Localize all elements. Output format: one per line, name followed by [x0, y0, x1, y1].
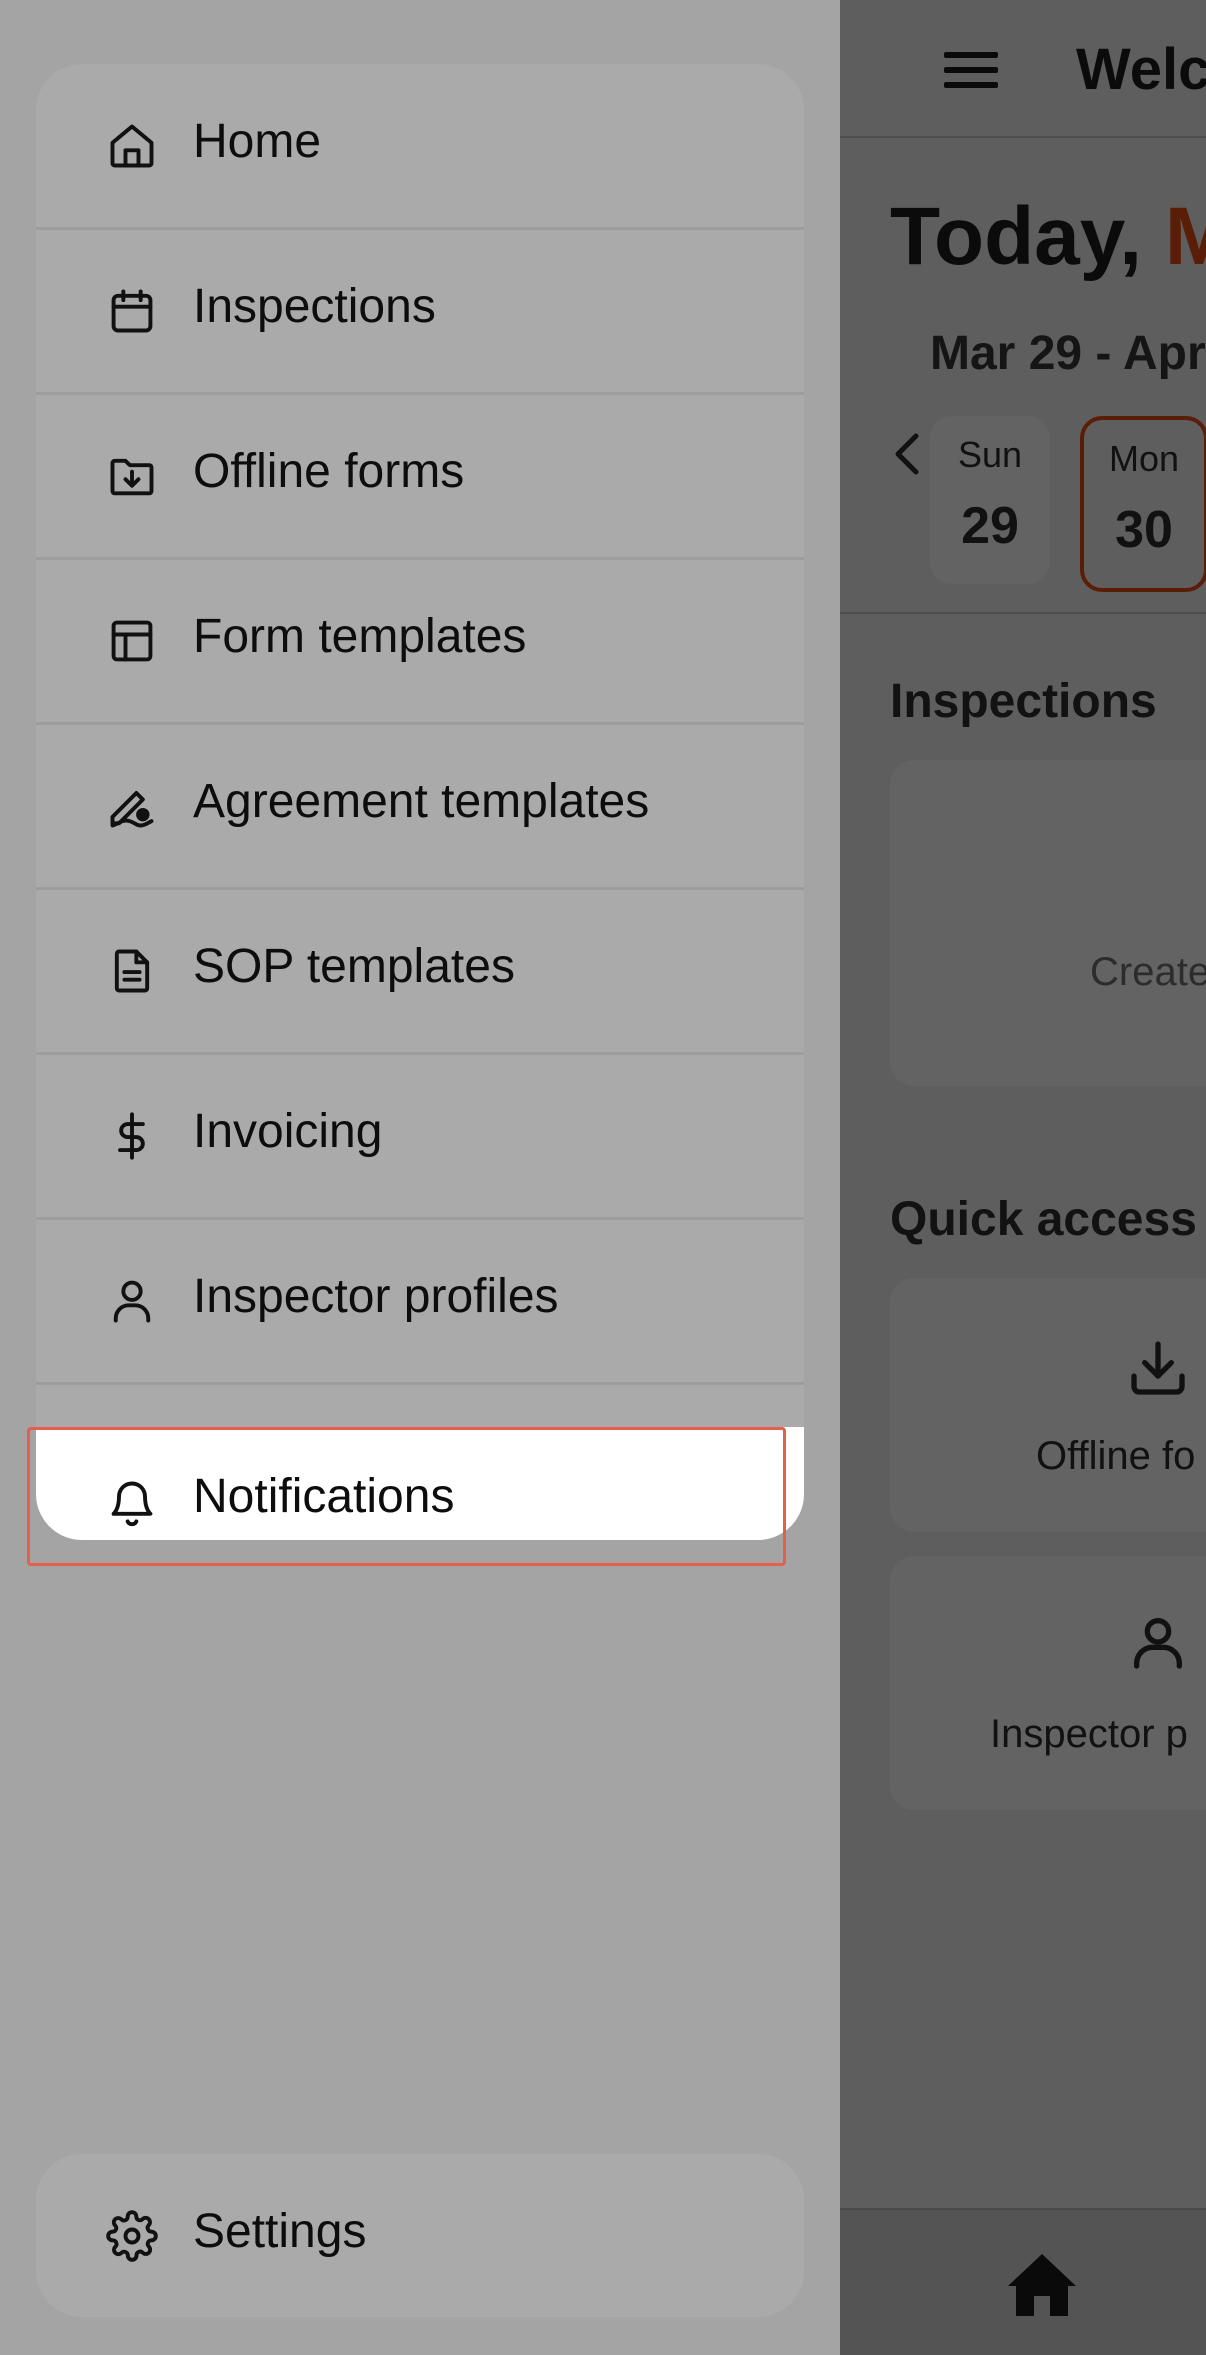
- bottom-nav: [840, 2208, 1206, 2355]
- menu-item-notifications[interactable]: Notifications: [36, 1427, 804, 1540]
- menu-item-label: Inspections: [193, 280, 436, 333]
- menu-item-label: SOP templates: [193, 940, 515, 993]
- day-number: 29: [961, 497, 1019, 555]
- home-icon: [106, 120, 158, 172]
- signature-icon: [106, 780, 158, 832]
- folder-download-icon: [106, 450, 158, 502]
- day-card-sun[interactable]: Sun 29: [930, 416, 1050, 584]
- menu-item-label: Notifications: [193, 1470, 455, 1523]
- menu-item-label: Inspector profiles: [193, 1270, 559, 1323]
- bell-icon: [106, 1477, 158, 1529]
- menu-item-home[interactable]: Home: [36, 64, 804, 230]
- hamburger-menu-icon[interactable]: [944, 52, 998, 88]
- quick-access-label: Offline fo: [1036, 1434, 1196, 1478]
- date-range: Mar 29 - Apr: [930, 327, 1206, 380]
- navigation-drawer: Home Inspections Offline forms Form temp…: [0, 0, 840, 2355]
- inspections-section-title: Inspections: [890, 675, 1157, 728]
- create-inspection-text: Create: [1090, 950, 1206, 994]
- app-header: Welc: [840, 0, 1206, 138]
- day-of-week: Mon: [1108, 438, 1180, 479]
- menu-item-label: Invoicing: [193, 1105, 383, 1158]
- menu-item-form-templates[interactable]: Form templates: [36, 559, 804, 725]
- quick-access-inspector-profiles[interactable]: Inspector p: [890, 1556, 1206, 1810]
- download-icon: [1126, 1336, 1190, 1400]
- quick-access-title: Quick access: [890, 1193, 1197, 1246]
- menu-item-inspections[interactable]: Inspections: [36, 229, 804, 395]
- menu-item-label: Home: [193, 115, 322, 168]
- document-icon: [106, 945, 158, 997]
- menu-item-inspector-profiles[interactable]: Inspector profiles: [36, 1219, 804, 1385]
- menu-item-label: Form templates: [193, 610, 527, 663]
- menu-item-invoicing[interactable]: Invoicing: [36, 1054, 804, 1220]
- calendar-icon: [106, 285, 158, 337]
- user-icon: [106, 1275, 158, 1327]
- menu-list: Home Inspections Offline forms Form temp…: [36, 64, 804, 1540]
- day-card-mon[interactable]: Mon 30: [1080, 416, 1206, 592]
- home-icon[interactable]: [1004, 2250, 1080, 2320]
- layout-template-icon: [106, 615, 158, 667]
- quick-access-label: Inspector p: [990, 1712, 1188, 1756]
- menu-item-label: Offline forms: [193, 445, 465, 498]
- main-screen: Welc Today, M Mar 29 - Apr Sun 29 Mon 30…: [840, 0, 1206, 2355]
- settings-label: Settings: [193, 2205, 367, 2258]
- today-heading: Today, M: [890, 191, 1206, 282]
- quick-access-offline-forms[interactable]: Offline fo: [890, 1278, 1206, 1532]
- menu-item-offline-forms[interactable]: Offline forms: [36, 394, 804, 560]
- menu-item-agreement-templates[interactable]: Agreement templates: [36, 724, 804, 890]
- day-of-week: Sun: [957, 434, 1023, 475]
- menu-item-label: Agreement templates: [193, 775, 650, 828]
- day-number: 30: [1115, 501, 1173, 559]
- menu-item-settings[interactable]: Settings: [36, 2154, 804, 2317]
- gear-icon: [106, 2210, 158, 2262]
- dollar-icon: [106, 1110, 158, 1162]
- chevron-left-icon[interactable]: [888, 430, 928, 478]
- menu-item-sop-templates[interactable]: SOP templates: [36, 889, 804, 1055]
- user-icon: [1126, 1610, 1190, 1674]
- app-title: Welc: [1076, 37, 1206, 102]
- inspections-empty-panel[interactable]: Create: [890, 760, 1206, 1086]
- divider: [840, 612, 1206, 614]
